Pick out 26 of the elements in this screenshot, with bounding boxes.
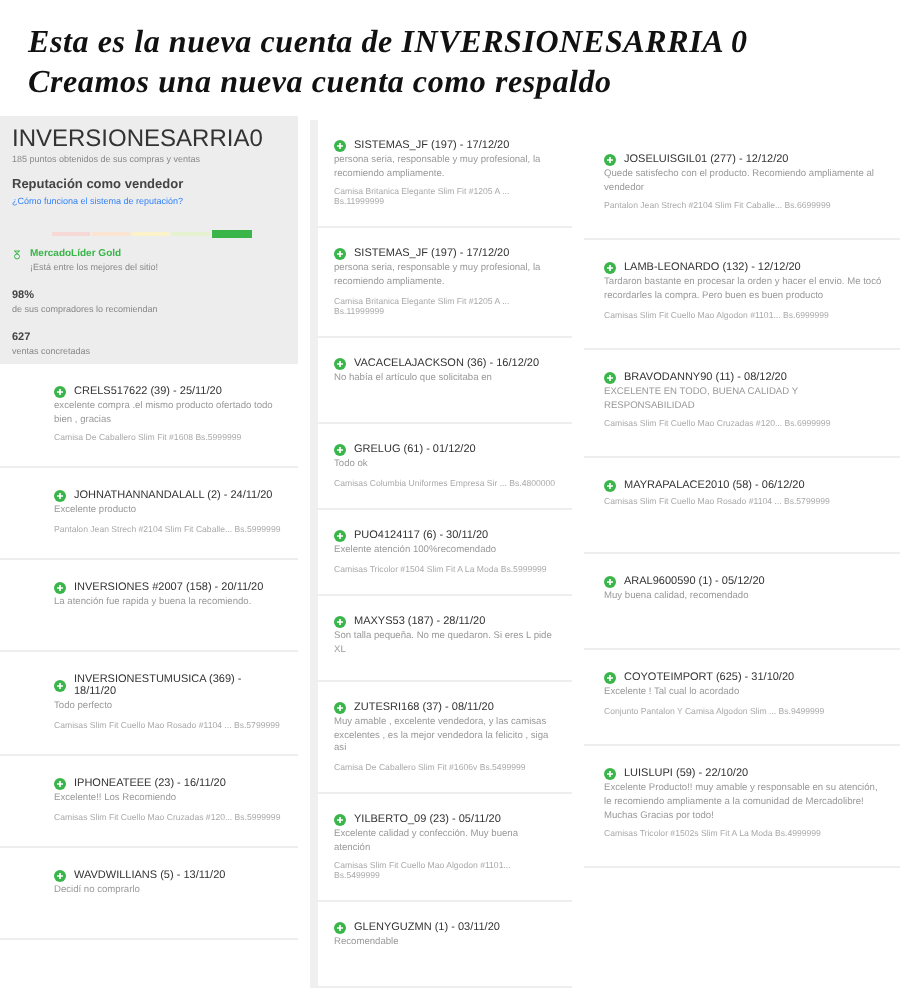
plus-icon: [604, 480, 616, 493]
plus-icon: [604, 576, 616, 589]
plus-icon: [54, 490, 66, 503]
plus-icon: [604, 768, 616, 781]
plus-icon: [334, 140, 346, 152]
plus-icon: [334, 248, 346, 261]
plus-icon: [54, 870, 66, 883]
plus-icon: [54, 680, 66, 693]
plus-icon: [334, 443, 346, 456]
plus-icon: [54, 778, 66, 791]
plus-icon: [54, 386, 66, 398]
plus-icon: [604, 672, 616, 685]
seller-name: INVERSIONESARRIA0: [12, 124, 265, 152]
plus-icon: [604, 154, 616, 166]
plus-icon: [334, 922, 346, 935]
plus-icon: [604, 371, 616, 384]
caption-line: Esta es la nueva cuenta de INVERSIONESARRIA 0: [28, 24, 750, 64]
plus-icon: [334, 701, 346, 714]
plus-icon: [54, 582, 66, 595]
plus-icon: [334, 529, 346, 542]
medal-icon: [12, 250, 22, 260]
plus-icon: [334, 813, 346, 826]
plus-icon: [334, 357, 346, 370]
plus-icon: [604, 262, 616, 275]
plus-icon: [334, 615, 346, 628]
caption-line: Creamos una nueva cuenta como respaldo: [28, 64, 614, 104]
